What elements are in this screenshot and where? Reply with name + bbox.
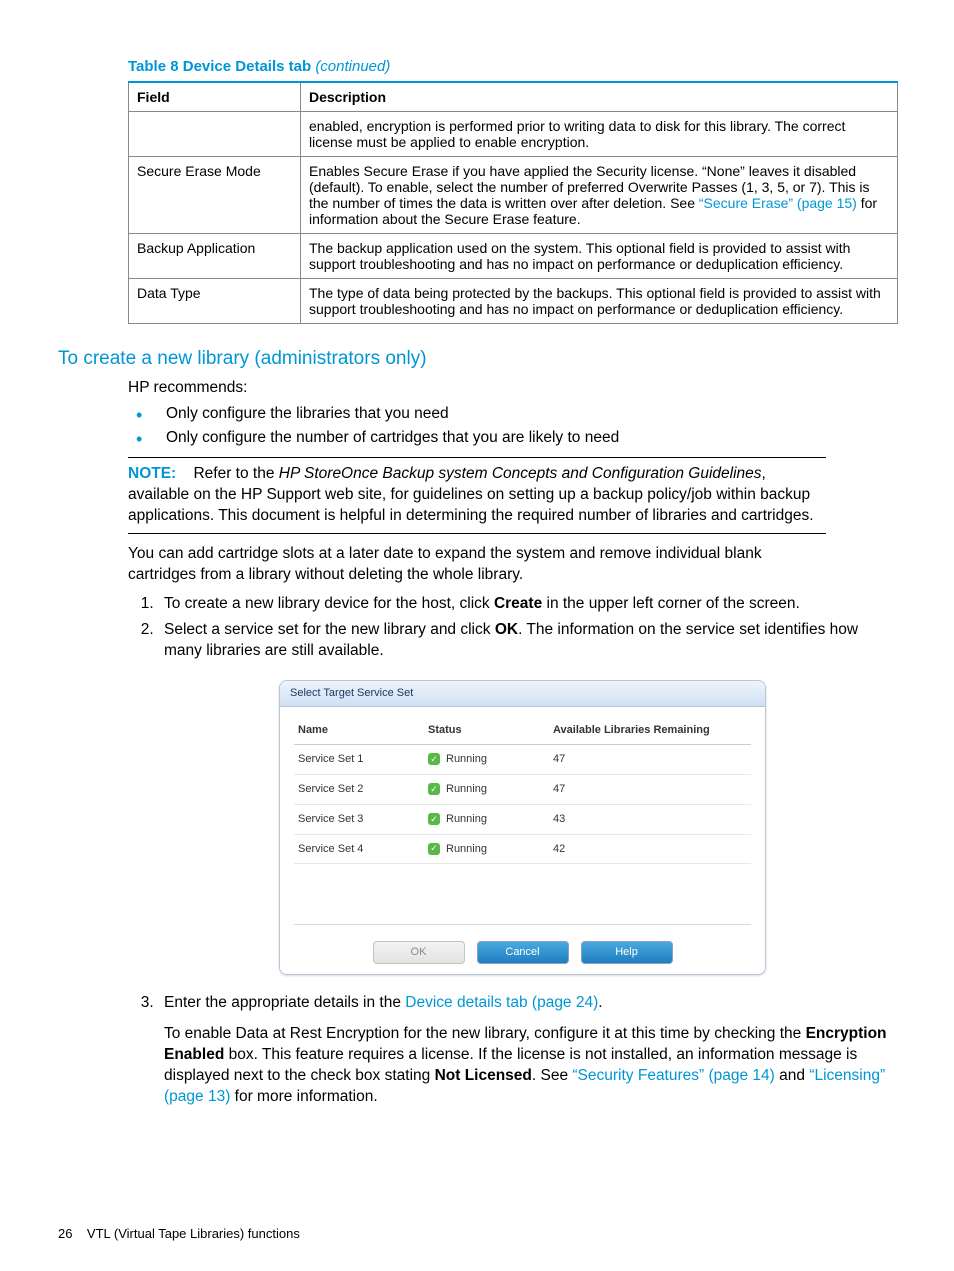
running-icon [428, 813, 440, 825]
cell-avail: 42 [549, 834, 751, 864]
page-footer: 26 VTL (Virtual Tape Libraries) function… [58, 1226, 300, 1241]
cell-desc: The backup application used on the syste… [301, 234, 898, 279]
device-details-table: Field Description enabled, encryption is… [128, 81, 898, 324]
list-item: Only configure the number of cartridges … [128, 429, 896, 447]
th-description: Description [301, 82, 898, 112]
cell-name: Service Set 3 [294, 804, 424, 834]
cell-status: Running [446, 752, 487, 767]
select-service-set-dialog: Select Target Service Set Name Status Av… [279, 680, 766, 975]
table-continued: (continued) [315, 58, 390, 75]
table-row: enabled, encryption is performed prior t… [129, 112, 898, 157]
table-caption: Table 8 Device Details tab (continued) [128, 58, 896, 75]
footer-title: VTL (Virtual Tape Libraries) functions [87, 1226, 300, 1241]
note-label: NOTE: [128, 465, 176, 482]
th-field: Field [129, 82, 301, 112]
th-name: Name [294, 717, 424, 744]
step-1: To create a new library device for the h… [158, 594, 896, 615]
table-row: Data Type The type of data being protect… [129, 279, 898, 324]
cell-field [129, 112, 301, 157]
service-set-row[interactable]: Service Set 2 Running 47 [294, 774, 751, 804]
cell-desc: Enables Secure Erase if you have applied… [301, 157, 898, 234]
cell-status: Running [446, 812, 487, 827]
service-set-table: Name Status Available Libraries Remainin… [294, 717, 751, 864]
table-row: Secure Erase Mode Enables Secure Erase i… [129, 157, 898, 234]
steps-list: To create a new library device for the h… [158, 594, 896, 1108]
service-set-row[interactable]: Service Set 3 Running 43 [294, 804, 751, 834]
help-button[interactable]: Help [581, 941, 673, 964]
note-italic: HP StoreOnce Backup system Concepts and … [279, 465, 762, 482]
cell-desc: The type of data being protected by the … [301, 279, 898, 324]
cell-avail: 43 [549, 804, 751, 834]
note-box: NOTE: Refer to the HP StoreOnce Backup s… [128, 457, 826, 534]
cell-field: Secure Erase Mode [129, 157, 301, 234]
cell-name: Service Set 1 [294, 744, 424, 774]
cell-status: Running [446, 842, 487, 857]
secure-erase-link[interactable]: “Secure Erase” (page 15) [699, 195, 857, 211]
cell-field: Data Type [129, 279, 301, 324]
service-set-row[interactable]: Service Set 4 Running 42 [294, 834, 751, 864]
cell-avail: 47 [549, 774, 751, 804]
security-features-link[interactable]: “Security Features” (page 14) [572, 1067, 774, 1084]
page-number: 26 [58, 1226, 72, 1241]
divider [294, 924, 751, 925]
step-3: Enter the appropriate details in the Dev… [158, 993, 896, 1108]
cell-desc: enabled, encryption is performed prior t… [301, 112, 898, 157]
running-icon [428, 753, 440, 765]
running-icon [428, 783, 440, 795]
dialog-title: Select Target Service Set [280, 681, 765, 707]
step-2: Select a service set for the new library… [158, 620, 896, 975]
table-row: Backup Application The backup applicatio… [129, 234, 898, 279]
service-set-row[interactable]: Service Set 1 Running 47 [294, 744, 751, 774]
section-heading: To create a new library (administrators … [58, 348, 896, 370]
table-title-text: Table 8 Device Details tab [128, 58, 311, 75]
cancel-button[interactable]: Cancel [477, 941, 569, 964]
recommends-intro: HP recommends: [128, 378, 896, 399]
cell-field: Backup Application [129, 234, 301, 279]
device-details-tab-link[interactable]: Device details tab (page 24) [405, 994, 598, 1011]
cell-name: Service Set 2 [294, 774, 424, 804]
paragraph: You can add cartridge slots at a later d… [128, 544, 826, 586]
running-icon [428, 843, 440, 855]
ok-button: OK [373, 941, 465, 964]
list-item: Only configure the libraries that you ne… [128, 405, 896, 423]
cell-avail: 47 [549, 744, 751, 774]
cell-name: Service Set 4 [294, 834, 424, 864]
th-status: Status [424, 717, 549, 744]
th-available: Available Libraries Remaining [549, 717, 751, 744]
cell-status: Running [446, 782, 487, 797]
recommend-list: Only configure the libraries that you ne… [128, 405, 896, 447]
